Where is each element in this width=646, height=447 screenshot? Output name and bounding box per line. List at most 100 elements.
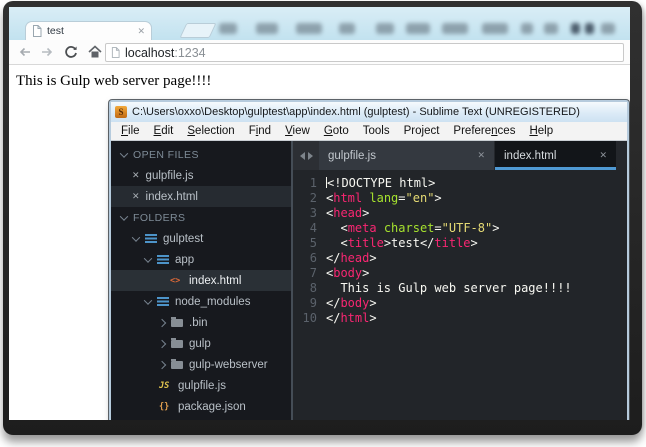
sublime-body: OPEN FILES ✕ gulpfile.js ✕ index.html FOLDERS… — [111, 141, 627, 420]
sidebar-row-label: app — [175, 253, 195, 266]
line-number: 7 — [309, 266, 317, 280]
menu-item-tools[interactable]: Tools — [356, 125, 397, 137]
browser-tab[interactable]: test ✕ — [25, 21, 152, 40]
sidebar-row-folders[interactable]: FOLDERS — [111, 207, 293, 228]
folder-open-icon — [157, 297, 169, 306]
sidebar-row-gulpfile-js[interactable]: ✕ gulpfile.js — [111, 165, 293, 186]
tab-close-icon[interactable]: ✕ — [137, 26, 145, 36]
code-line[interactable]: 1 <!DOCTYPE html> — [293, 176, 627, 191]
sidebar-row-gulp[interactable]: gulp — [111, 333, 293, 354]
sidebar-row-app[interactable]: app — [111, 249, 293, 270]
line-number: 1 — [309, 176, 317, 190]
menu-item-project[interactable]: Project — [397, 125, 447, 137]
sublime-app-icon: S — [115, 106, 127, 118]
code-line[interactable]: 2 <html lang="en"> — [293, 191, 627, 206]
back-icon[interactable] — [17, 44, 33, 60]
menu-item-view[interactable]: View — [278, 125, 317, 137]
sidebar-row-gulp-webserver[interactable]: gulp-webserver — [111, 354, 293, 375]
sublime-sidebar: OPEN FILES ✕ gulpfile.js ✕ index.html FOLDERS… — [111, 141, 293, 420]
sidebar-row-package-json[interactable]: {} package.json — [111, 396, 293, 417]
sidebar-row-label: package.json — [178, 400, 246, 413]
menu-item-file[interactable]: File — [114, 125, 147, 137]
editor-tab-label: index.html — [504, 149, 557, 162]
sidebar-row-index-html[interactable]: ✕ index.html — [111, 186, 293, 207]
code-line[interactable]: 3 <head> — [293, 206, 627, 221]
editor-tab-index.html[interactable]: index.html ✕ — [495, 141, 617, 170]
home-icon[interactable] — [87, 44, 103, 60]
editor-tab-gulpfile.js[interactable]: gulpfile.js ✕ — [319, 141, 495, 170]
chevron-down-icon — [143, 295, 153, 305]
sidebar-row-label: gulpfile.js — [145, 169, 194, 182]
line-number: 6 — [309, 251, 317, 265]
chevron-right-icon — [157, 339, 167, 348]
tab-close-icon[interactable]: ✕ — [599, 150, 607, 161]
sidebar-row-open-files[interactable]: OPEN FILES — [111, 144, 293, 165]
sidebar-row-label: gulpfile.js — [178, 379, 226, 392]
code-token: lang — [369, 191, 399, 205]
code-line[interactable]: 9 </body> — [293, 296, 627, 311]
sidebar-divider — [291, 141, 293, 420]
code-token: test — [391, 236, 420, 250]
menu-item-edit[interactable]: Edit — [147, 125, 181, 137]
browser-toolbar: localhost:1234 — [9, 40, 630, 65]
page-icon — [33, 25, 42, 37]
sidebar-row-node-modules[interactable]: node_modules — [111, 291, 293, 312]
code-line[interactable]: 4 <meta charset="UTF-8"> — [293, 221, 627, 236]
code-line[interactable]: 8 This is Gulp web server page!!!! — [293, 281, 627, 296]
sidebar-row-gulptest[interactable]: gulptest — [111, 228, 293, 249]
code-area[interactable]: 1 <!DOCTYPE html> 2 <html lang="en"> 3 <head>… — [293, 170, 627, 420]
folder-icon — [171, 316, 183, 327]
menu-item-goto[interactable]: Goto — [317, 125, 356, 137]
chevron-down-icon — [119, 211, 129, 221]
menu-item-find[interactable]: Find — [242, 125, 278, 137]
menu-item-preferences[interactable]: Preferences — [446, 125, 522, 137]
reload-icon[interactable] — [63, 44, 79, 60]
address-bar[interactable]: localhost:1234 — [105, 43, 624, 62]
sidebar-row-index-html[interactable]: <> index.html — [111, 270, 293, 291]
new-tab-button[interactable] — [179, 23, 217, 38]
sublime-menubar: File Edit Selection Find View Goto Tools Projec… — [111, 122, 627, 141]
sidebar-row--bin[interactable]: .bin — [111, 312, 293, 333]
json-file-icon: {} — [159, 401, 170, 412]
sidebar-row-label: FOLDERS — [133, 211, 186, 224]
url-port: :1234 — [174, 45, 206, 60]
code-token: "UTF-8" — [441, 221, 493, 235]
sidebar-row-label: index.html — [189, 274, 242, 287]
code-token: body — [340, 296, 370, 310]
code-token: > — [369, 251, 377, 265]
code-token: head — [333, 206, 363, 220]
menu-item-selection[interactable]: Selection — [180, 125, 241, 137]
code-token: > — [470, 236, 478, 250]
tabbar-filler — [617, 141, 627, 170]
tab-scroll-right-icon[interactable] — [307, 151, 313, 160]
code-token: > — [383, 236, 392, 250]
code-line[interactable]: 5 <title>test</title> — [293, 236, 627, 251]
editor-tab-label: gulpfile.js — [328, 149, 376, 162]
sublime-window: S C:\Users\oxxo\Desktop\gulptest\app\ind… — [109, 100, 629, 420]
code-token: charset — [383, 221, 435, 235]
code-token: head — [340, 251, 370, 265]
sublime-titlebar[interactable]: S C:\Users\oxxo\Desktop\gulptest\app\ind… — [111, 102, 627, 122]
sublime-tabbar: gulpfile.js ✕ index.html ✕ — [293, 141, 627, 170]
code-line[interactable]: 10 </html> — [293, 311, 627, 326]
close-icon: ✕ — [132, 170, 140, 180]
sidebar-row-label: gulp-webserver — [189, 358, 268, 371]
sidebar-row-gulpfile-js[interactable]: JS gulpfile.js — [111, 375, 293, 396]
code-line[interactable]: 6 </head> — [293, 251, 627, 266]
code-token: > — [369, 296, 377, 310]
folder-icon — [171, 358, 183, 369]
tab-scroll-left-icon[interactable] — [299, 151, 305, 160]
code-token: </ — [419, 236, 435, 250]
html-file-icon: <> — [170, 275, 181, 286]
forward-icon[interactable] — [39, 44, 55, 60]
menu-item-help[interactable]: Help — [522, 125, 560, 137]
tab-close-icon[interactable]: ✕ — [477, 150, 485, 161]
code-token: html — [340, 311, 370, 325]
code-line[interactable]: 7 <body> — [293, 266, 627, 281]
page-text: This is Gulp web server page!!!! — [16, 73, 212, 89]
code-token: > — [369, 311, 377, 325]
sidebar-row-label: index.html — [145, 190, 198, 203]
sidebar-row-label: gulp — [189, 337, 211, 350]
code-token: </ — [326, 311, 341, 325]
code-token: < — [326, 236, 348, 250]
